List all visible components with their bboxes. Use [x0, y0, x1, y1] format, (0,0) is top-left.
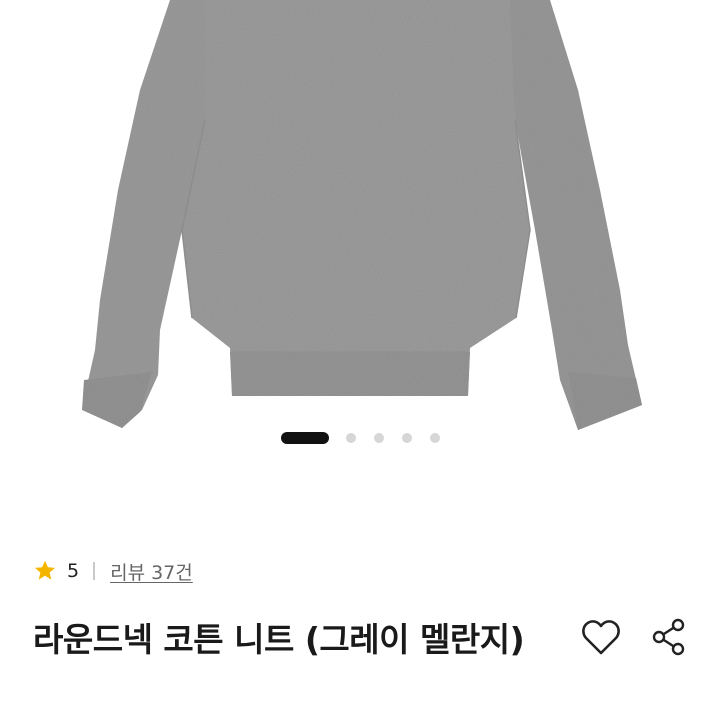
- share-button[interactable]: [649, 617, 689, 657]
- wishlist-button[interactable]: [581, 617, 621, 657]
- pager-dot[interactable]: [346, 433, 356, 443]
- rating-divider: [93, 562, 96, 580]
- pager-dot-active[interactable]: [281, 432, 329, 444]
- star-icon: [35, 560, 55, 580]
- pager-dot[interactable]: [402, 433, 412, 443]
- product-title: 라운드넥 코튼 니트 (그레이 멜란지): [33, 620, 525, 659]
- pager-dot[interactable]: [374, 433, 384, 443]
- product-image-gallery[interactable]: [0, 0, 719, 455]
- product-actions: [581, 617, 689, 657]
- pager-dot[interactable]: [430, 433, 440, 443]
- review-count-link[interactable]: 리뷰 37건: [110, 558, 193, 585]
- rating-row: 5 리뷰 37건: [33, 556, 193, 586]
- rating-value: 5: [67, 560, 80, 582]
- sweater-image: [82, 0, 642, 430]
- image-pager: [0, 431, 719, 445]
- share-icon: [652, 618, 685, 656]
- heart-outline-icon: [582, 620, 620, 655]
